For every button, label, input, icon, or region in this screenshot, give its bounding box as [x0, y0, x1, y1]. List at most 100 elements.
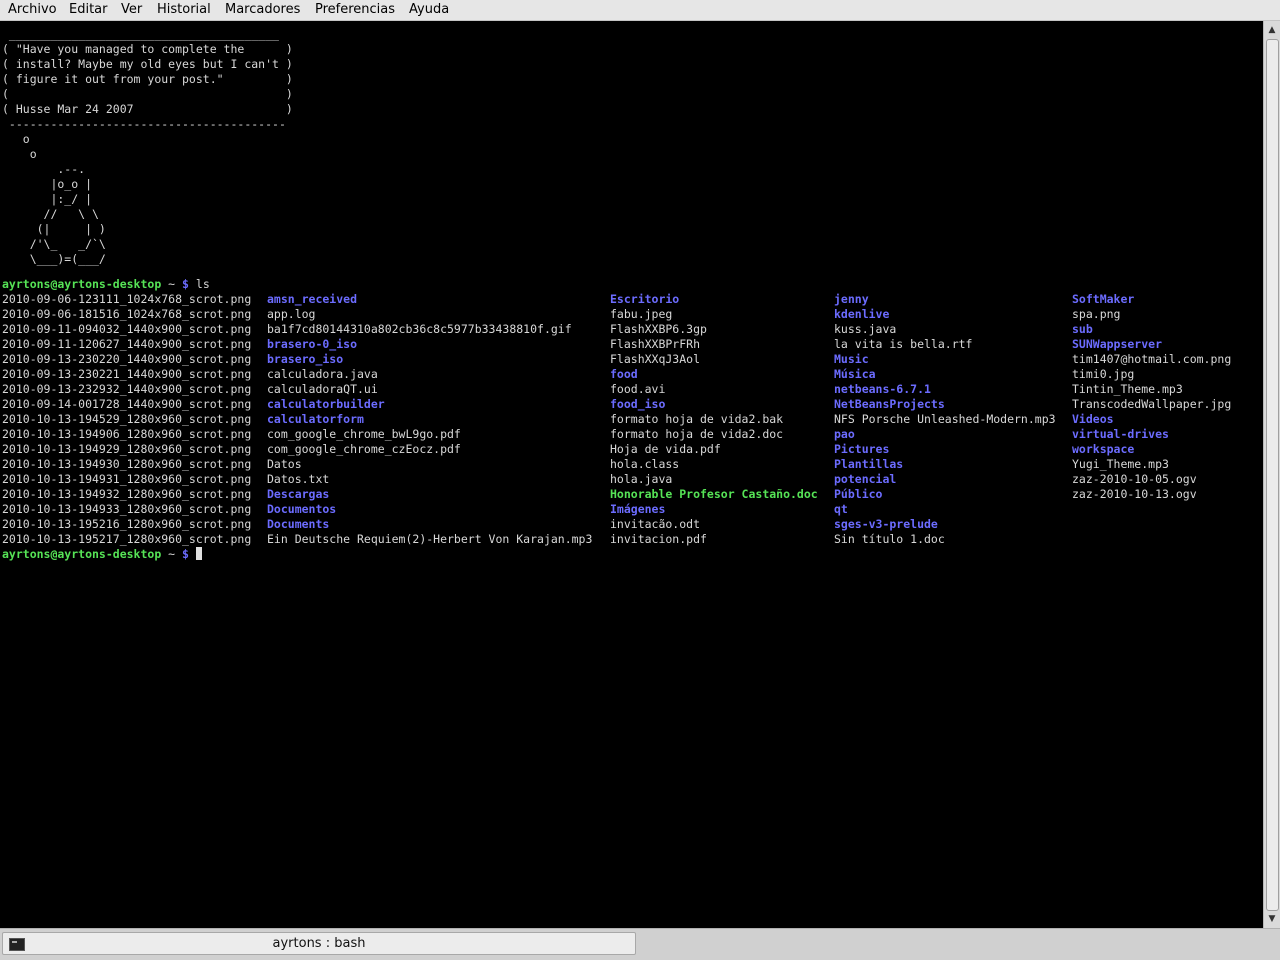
ls-file-entry: FlashXXBP6.3gp	[610, 322, 707, 336]
ls-column-5: SoftMaker spa.png sub SUNWappserver tim1407@…	[1072, 292, 1231, 502]
ls-file-entry: 2010-09-06-181516_1024x768_scrot.png	[2, 307, 252, 321]
menu-historial[interactable]: Historial	[157, 2, 211, 17]
ls-file-entry: invitacão.odt	[610, 517, 701, 531]
scroll-down-arrow-icon[interactable]: ▼	[1264, 911, 1280, 927]
ls-file-entry: 2010-10-13-194906_1280x960_scrot.png	[2, 427, 252, 441]
ls-file-entry: 2010-10-13-194529_1280x960_scrot.png	[2, 412, 252, 426]
ls-file-entry: FlashXXqJ3Aol	[610, 352, 701, 366]
ls-file-entry: 2010-10-13-194930_1280x960_scrot.png	[2, 457, 252, 471]
ls-file-entry: formato hoja de vida2.doc	[610, 427, 784, 441]
menu-marcadores[interactable]: Marcadores	[225, 2, 300, 17]
ls-file-entry: Datos	[267, 457, 302, 471]
ls-file-entry: timi0.jpg	[1072, 367, 1135, 381]
ls-directory-entry: amsn_received	[267, 292, 358, 306]
ls-directory-entry: Documents	[267, 517, 330, 531]
ls-file-entry: 2010-10-13-194932_1280x960_scrot.png	[2, 487, 252, 501]
cowsay-line: // \ \	[2, 207, 99, 221]
ls-directory-entry: Escritorio	[610, 292, 680, 306]
terminal-scrollbar[interactable]: ▲ ▼	[1263, 21, 1280, 928]
cowsay-line: ( "Have you managed to complete the )	[2, 42, 293, 56]
menu-bar: Archivo Editar Ver Historial Marcadores …	[0, 0, 1280, 21]
cowsay-line: (| | )	[2, 222, 106, 236]
ls-directory-entry: jenny	[834, 292, 869, 306]
ls-column-4: jenny kdenlive kuss.java la vita is bella.r…	[834, 292, 1056, 547]
text-cursor	[195, 547, 202, 560]
ls-file-entry: formato hoja de vida2.bak	[610, 412, 784, 426]
ls-directory-entry: netbeans-6.7.1	[834, 382, 931, 396]
scroll-up-arrow-icon[interactable]: ▲	[1264, 22, 1280, 38]
ls-file-entry: Sin título 1.doc	[834, 532, 945, 546]
ls-file-entry: calculadoraQT.ui	[267, 382, 378, 396]
ls-directory-entry: Descargas	[267, 487, 330, 501]
ls-file-entry: 2010-09-13-232932_1440x900_scrot.png	[2, 382, 252, 396]
ls-file-entry: invitacion.pdf	[610, 532, 707, 546]
ls-file-entry: 2010-10-13-195217_1280x960_scrot.png	[2, 532, 252, 546]
prompt-user-host: ayrtons@ayrtons-desktop	[2, 277, 162, 291]
ls-directory-entry: brasero_iso	[267, 352, 344, 366]
ls-column-3: Escritorio fabu.jpeg FlashXXBP6.3gp FlashXX…	[610, 292, 818, 547]
prompt-command: ls	[188, 277, 210, 291]
cowsay-line: o	[2, 147, 37, 161]
taskbar-window-label: ayrtons : bash	[272, 936, 366, 951]
ls-file-entry: zaz-2010-10-13.ogv	[1072, 487, 1197, 501]
ls-column-2: amsn_received app.log ba1f7cd80144310a802c…	[267, 292, 592, 547]
ls-file-entry: hola.class	[610, 457, 680, 471]
ls-file-entry: 2010-10-13-194931_1280x960_scrot.png	[2, 472, 252, 486]
prompt-symbol: $	[182, 277, 189, 291]
ls-file-entry: 2010-09-13-230221_1440x900_scrot.png	[2, 367, 252, 381]
cowsay-line: o	[2, 132, 30, 146]
ls-directory-entry: sub	[1072, 322, 1093, 336]
cowsay-line: _______________________________________	[2, 27, 279, 41]
ls-file-entry: 2010-10-13-195216_1280x960_scrot.png	[2, 517, 252, 531]
ls-directory-entry: Imágenes	[610, 502, 666, 516]
ls-directory-entry: NetBeansProjects	[834, 397, 945, 411]
ls-file-entry: fabu.jpeg	[610, 307, 673, 321]
ls-file-entry: 2010-09-14-001728_1440x900_scrot.png	[2, 397, 252, 411]
ls-directory-entry: SUNWappserver	[1072, 337, 1163, 351]
ls-file-entry: 2010-10-13-194929_1280x960_scrot.png	[2, 442, 252, 456]
ls-directory-entry: potencial	[834, 472, 897, 486]
ls-file-entry: Hoja de vida.pdf	[610, 442, 721, 456]
ls-directory-entry: SoftMaker	[1072, 292, 1135, 306]
menu-ver[interactable]: Ver	[121, 2, 142, 17]
scrollbar-thumb[interactable]	[1266, 39, 1279, 911]
ls-file-entry: zaz-2010-10-05.ogv	[1072, 472, 1197, 486]
ls-file-entry: calculadora.java	[267, 367, 378, 381]
menu-archivo[interactable]: Archivo	[8, 2, 57, 17]
ls-file-entry: com_google_chrome_bwL9go.pdf	[267, 427, 461, 441]
cowsay-line: /'\_ _/`\	[2, 237, 106, 251]
ls-directory-entry: calculatorbuilder	[267, 397, 385, 411]
cowsay-line: ( )	[2, 87, 293, 101]
ls-file-entry: 2010-09-06-123111_1024x768_scrot.png	[2, 292, 252, 306]
ls-file-entry: Ein Deutsche Requiem(2)-Herbert Von Kara…	[267, 532, 593, 546]
prompt-line-ls: ayrtons@ayrtons-desktop ~ $ ls	[2, 277, 210, 292]
ls-directory-entry: brasero-0_iso	[267, 337, 358, 351]
menu-editar[interactable]: Editar	[69, 2, 108, 17]
cowsay-line: ( figure it out from your post." )	[2, 72, 293, 86]
ls-file-entry: la vita is bella.rtf	[834, 337, 973, 351]
ls-directory-entry: Público	[834, 487, 883, 501]
ls-file-entry: Tintin_Theme.mp3	[1072, 382, 1183, 396]
ls-directory-entry: Música	[834, 367, 876, 381]
menu-preferencias[interactable]: Preferencias	[315, 2, 395, 17]
ls-directory-entry: Documentos	[267, 502, 337, 516]
cowsay-line: |o_o |	[2, 177, 93, 191]
ls-file-entry: 2010-09-13-230220_1440x900_scrot.png	[2, 352, 252, 366]
ls-file-entry: app.log	[267, 307, 316, 321]
ls-file-entry: FlashXXBPrFRh	[610, 337, 701, 351]
menu-ayuda[interactable]: Ayuda	[409, 2, 449, 17]
cowsay-line: ----------------------------------------	[2, 117, 286, 131]
prompt-line-current[interactable]: ayrtons@ayrtons-desktop ~ $	[2, 547, 202, 562]
ls-directory-entry: Pictures	[834, 442, 890, 456]
ls-directory-entry: food	[610, 367, 638, 381]
ls-column-1: 2010-09-06-123111_1024x768_scrot.png 2010…	[2, 292, 251, 547]
prompt-symbol: $	[182, 547, 189, 561]
taskbar-window-button[interactable]: ayrtons : bash	[2, 932, 636, 955]
terminal-output[interactable]: _______________________________________(…	[0, 21, 1263, 928]
ls-directory-entry: sges-v3-prelude	[834, 517, 938, 531]
ls-file-entry: 2010-09-11-094032_1440x900_scrot.png	[2, 322, 252, 336]
ls-directory-entry: qt	[834, 502, 848, 516]
ls-directory-entry: pao	[834, 427, 855, 441]
ls-file-entry: spa.png	[1072, 307, 1121, 321]
ls-directory-entry: virtual-drives	[1072, 427, 1169, 441]
